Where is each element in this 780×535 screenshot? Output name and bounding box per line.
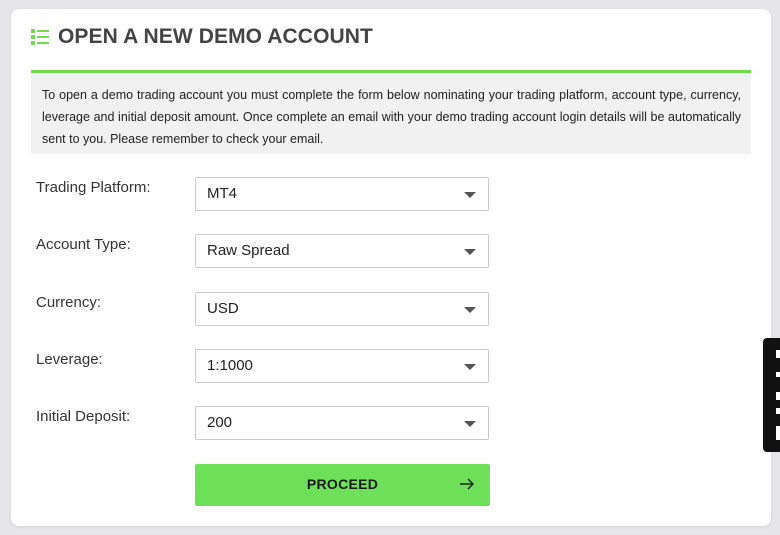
page-title: OPEN A NEW DEMO ACCOUNT <box>58 25 373 48</box>
account-type-value: Raw Spread <box>207 242 290 259</box>
info-box: To open a demo trading account you must … <box>31 70 751 154</box>
currency-value: USD <box>207 300 239 317</box>
initial-deposit-label: Initial Deposit: <box>36 408 131 425</box>
leverage-value: 1:1000 <box>207 357 253 374</box>
caret-down-icon <box>464 307 476 313</box>
leverage-row: Leverage: 1:1000 <box>36 349 506 387</box>
proceed-label: PROCEED <box>306 476 379 492</box>
trading-platform-select[interactable]: MT4 <box>195 177 489 211</box>
caret-down-icon <box>464 192 476 198</box>
list-icon <box>31 29 49 45</box>
caret-down-icon <box>464 421 476 427</box>
trading-platform-row: Trading Platform: MT4 <box>36 177 506 215</box>
initial-deposit-value: 200 <box>207 414 233 431</box>
leverage-select[interactable]: 1:1000 <box>195 349 489 383</box>
card-header: OPEN A NEW DEMO ACCOUNT <box>31 23 373 51</box>
initial-deposit-select[interactable]: 200 <box>195 406 489 440</box>
account-type-label: Account Type: <box>36 236 131 253</box>
caret-down-icon <box>464 249 476 255</box>
account-type-select[interactable]: Raw Spread <box>195 234 489 268</box>
trading-platform-label: Trading Platform: <box>36 179 151 196</box>
leverage-label: Leverage: <box>36 351 103 368</box>
side-tab-icon <box>776 350 780 440</box>
currency-row: Currency: USD <box>36 292 506 330</box>
initial-deposit-row: Initial Deposit: 200 <box>36 406 506 444</box>
side-tab[interactable] <box>763 338 780 452</box>
currency-select[interactable]: USD <box>195 292 489 326</box>
arrow-right-icon <box>460 478 474 490</box>
caret-down-icon <box>464 364 476 370</box>
currency-label: Currency: <box>36 294 102 311</box>
demo-account-card: OPEN A NEW DEMO ACCOUNT To open a demo t… <box>11 9 771 526</box>
trading-platform-value: MT4 <box>207 185 237 202</box>
account-type-row: Account Type: Raw Spread <box>36 234 506 272</box>
proceed-button[interactable]: PROCEED <box>195 464 490 506</box>
